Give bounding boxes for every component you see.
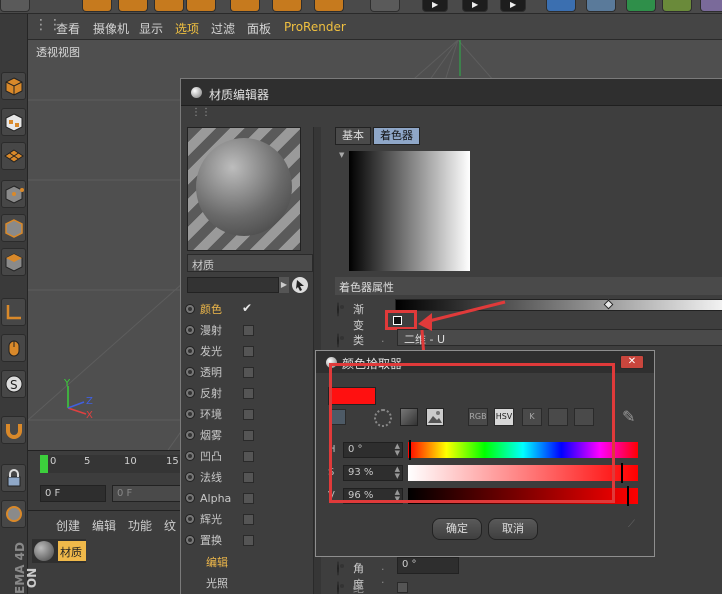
cancel-button[interactable]: 取消: [488, 518, 538, 540]
color-picker-dialog: 颜色拾取器 ✕ RGB HSV K ✎ H 0 ° ▲ ▼ S 93 % ▲ ▼ V 9…: [315, 350, 655, 557]
close-icon[interactable]: ✕: [620, 355, 644, 369]
highlight-box-picker: [329, 363, 615, 503]
ok-button[interactable]: 确定: [432, 518, 482, 540]
ok-label: 确定: [446, 522, 468, 535]
resize-grip-icon[interactable]: ⟋: [628, 519, 635, 530]
cancel-label: 取消: [502, 522, 524, 535]
value-slider-handle[interactable]: [627, 486, 629, 506]
saturation-slider-handle[interactable]: [621, 463, 623, 483]
eyedropper-icon[interactable]: ✎: [622, 407, 642, 427]
